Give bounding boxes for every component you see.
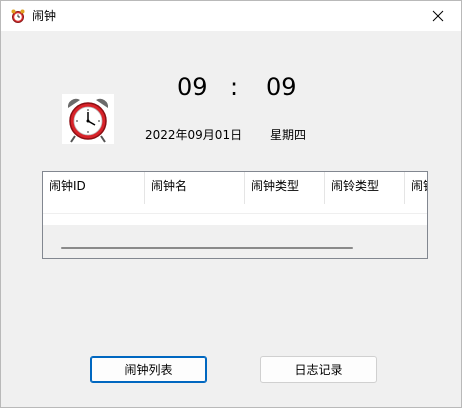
clock-minutes: 09 [266, 73, 297, 101]
window-title: 闹钟 [32, 9, 57, 23]
horizontal-scrollbar[interactable] [43, 238, 427, 256]
column-header-ring-type[interactable]: 闹铃类型 [325, 172, 405, 204]
alarm-clock-icon [62, 94, 114, 144]
column-header-alarm-type[interactable]: 闹钟类型 [245, 172, 325, 204]
close-icon [432, 7, 444, 26]
main-window: 闹钟 09 : 09 2022年09月01日 星期四 闹钟ID 闹钟名 闹钟类型… [0, 0, 462, 408]
alarm-list-button[interactable]: 闹钟列表 [90, 356, 207, 383]
alarm-clock-icon [10, 8, 26, 24]
clock-separator: : [230, 73, 239, 101]
column-header-ring[interactable]: 闹铃 [405, 172, 427, 204]
column-header-alarm-id[interactable]: 闹钟ID [43, 172, 145, 204]
clock-hours: 09 [177, 73, 208, 101]
scrollbar-thumb[interactable] [61, 247, 353, 249]
current-date: 2022年09月01日 [145, 128, 243, 142]
alarm-grid[interactable]: 闹钟ID 闹钟名 闹钟类型 闹铃类型 闹铃 [42, 171, 428, 259]
current-weekday: 星期四 [270, 128, 307, 142]
title-bar[interactable]: 闹钟 [1, 1, 461, 31]
column-header-alarm-name[interactable]: 闹钟名 [145, 172, 245, 204]
log-record-button[interactable]: 日志记录 [260, 356, 377, 383]
close-button[interactable] [415, 1, 461, 31]
grid-header: 闹钟ID 闹钟名 闹钟类型 闹铃类型 闹铃 [43, 172, 427, 204]
